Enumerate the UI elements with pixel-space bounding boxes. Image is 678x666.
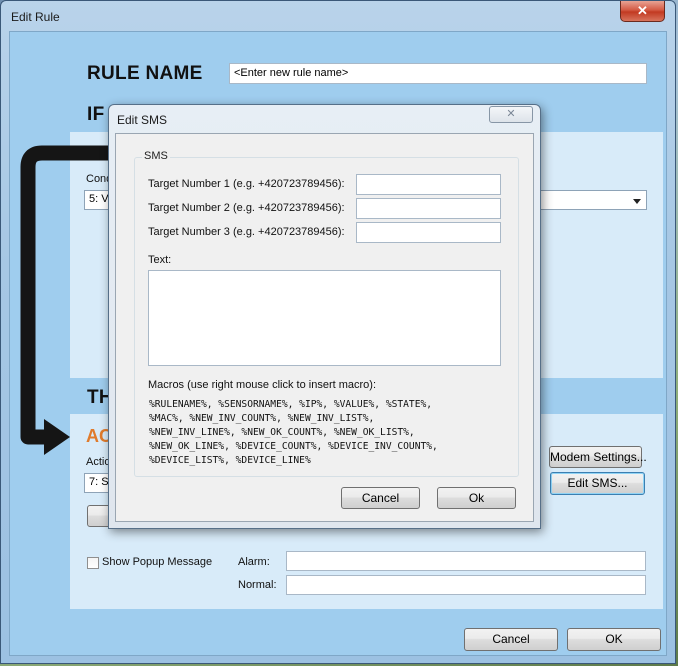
sms-cancel-button[interactable]: Cancel [341,487,420,509]
sms-group-caption: SMS [142,150,170,162]
macros-line: %DEVICE_LIST%, %DEVICE_LINE% [149,455,311,466]
sms-cancel-label: Cancel [361,491,400,505]
target-number-3-label: Target Number 3 (e.g. +420723789456): [148,226,345,238]
macros-line: %NEW_INV_LINE%, %NEW_OK_COUNT%, %NEW_OK_… [149,427,415,438]
target-number-1-label: Target Number 1 (e.g. +420723789456): [148,178,345,190]
sms-ok-button[interactable]: Ok [437,487,516,509]
target-number-3-input[interactable] [356,222,501,243]
target-number-2-input[interactable] [356,198,501,219]
target-number-1-input[interactable] [356,174,501,195]
macros-list[interactable]: %RULENAME%, %SENSORNAME%, %IP%, %VALUE%,… [149,398,519,468]
sms-text-area[interactable] [148,270,501,366]
close-icon: ✕ [506,108,516,120]
macros-line: %RULENAME%, %SENSORNAME%, %IP%, %VALUE%,… [149,399,433,410]
edit-sms-close-button[interactable]: ✕ [489,106,533,123]
macros-line: %NEW_OK_LINE%, %DEVICE_COUNT%, %DEVICE_I… [149,441,438,452]
edit-sms-dialog-title: Edit SMS [117,113,168,127]
sms-text-label: Text: [148,254,172,266]
target-number-2-label: Target Number 2 (e.g. +420723789456): [148,202,345,214]
macros-label: Macros (use right mouse click to insert … [148,379,377,391]
macros-line: %MAC%, %NEW_INV_COUNT%, %NEW_INV_LIST%, [149,413,375,424]
sms-ok-label: Ok [468,491,485,505]
